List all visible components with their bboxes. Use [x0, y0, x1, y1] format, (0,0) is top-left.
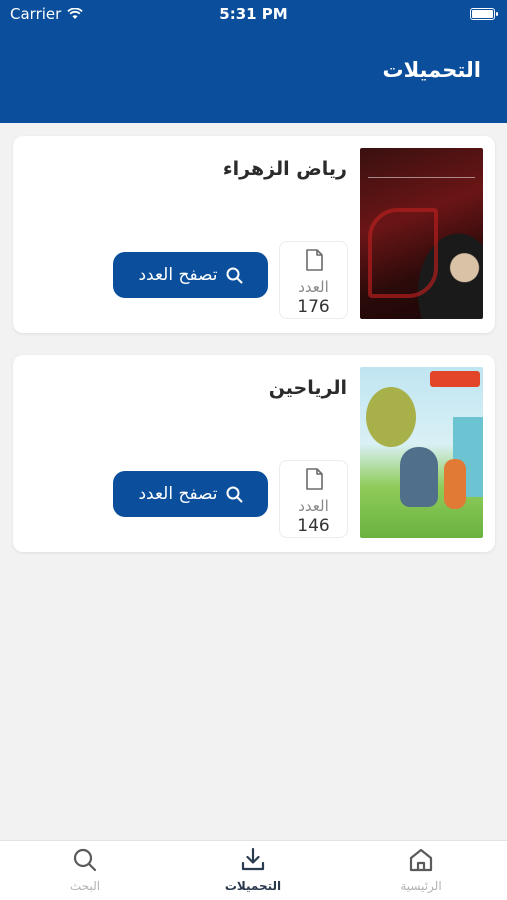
- search-icon: [226, 267, 243, 283]
- tab-search-label: البحث: [69, 879, 101, 893]
- magazine-title: الرياحين: [268, 377, 347, 399]
- issue-number: 176: [297, 297, 330, 317]
- issue-number: 146: [297, 516, 330, 536]
- tab-home-label: الرئيسية: [400, 879, 442, 893]
- search-icon: [226, 486, 243, 502]
- issue-label: العدد: [298, 278, 329, 296]
- app-screen: Carrier 5:31 PM التحميلات رياض الزهراء ا…: [0, 0, 507, 900]
- bottom-tab-bar: البحث التحميلات الرئيسية: [0, 840, 507, 900]
- download-icon: [241, 847, 265, 871]
- document-icon: [306, 468, 323, 490]
- search-icon: [73, 848, 97, 872]
- home-icon: [409, 848, 433, 872]
- document-icon: [306, 249, 323, 271]
- browse-issue-button[interactable]: تصفح العدد: [113, 252, 268, 298]
- tab-downloads[interactable]: التحميلات: [203, 847, 303, 893]
- issue-label: العدد: [298, 497, 329, 515]
- page-title: التحميلات: [382, 58, 482, 82]
- status-bar: Carrier 5:31 PM: [0, 0, 507, 30]
- magazine-title: رياض الزهراء: [222, 158, 347, 180]
- issue-number-box: العدد 146: [279, 460, 348, 538]
- download-card[interactable]: رياض الزهراء العدد 176 تصفح العدد: [13, 136, 495, 333]
- tab-home[interactable]: الرئيسية: [371, 847, 471, 893]
- download-card[interactable]: الرياحين العدد 146 تصفح العدد: [13, 355, 495, 552]
- app-header: Carrier 5:31 PM التحميلات: [0, 0, 507, 123]
- battery-icon: [470, 8, 498, 20]
- browse-issue-label: تصفح العدد: [138, 484, 218, 504]
- magazine-cover-image[interactable]: [360, 367, 483, 538]
- browse-issue-label: تصفح العدد: [138, 265, 218, 285]
- tab-search[interactable]: البحث: [35, 847, 135, 893]
- tab-downloads-label: التحميلات: [224, 879, 282, 893]
- magazine-cover-image[interactable]: [360, 148, 483, 319]
- status-time: 5:31 PM: [219, 5, 288, 23]
- issue-number-box: العدد 176: [279, 241, 348, 319]
- browse-issue-button[interactable]: تصفح العدد: [113, 471, 268, 517]
